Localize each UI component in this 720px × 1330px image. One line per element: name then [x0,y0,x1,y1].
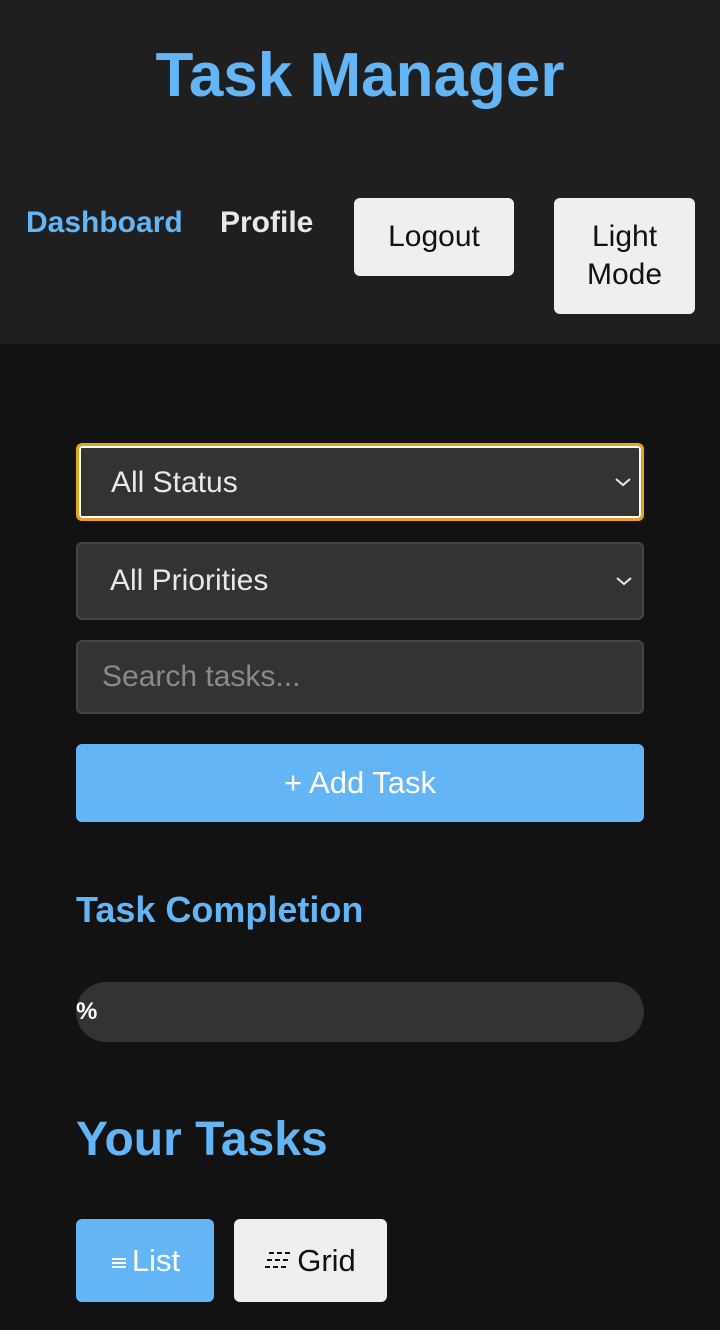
grid-view-button[interactable]: Grid [234,1219,387,1302]
priority-filter-value: All Priorities [110,564,269,597]
status-filter-select[interactable]: All Status [76,443,644,521]
theme-toggle-button[interactable]: Light Mode [554,198,695,314]
chevron-down-icon [611,446,635,518]
grid-icon [265,1219,293,1302]
task-completion-heading: Task Completion [76,889,364,930]
completion-progress-text: % [76,998,98,1025]
add-task-button[interactable]: + Add Task [76,744,644,822]
chevron-down-icon [612,544,636,618]
completion-progress-bar: % [76,982,644,1042]
status-filter-value: All Status [111,466,238,499]
your-tasks-heading: Your Tasks [76,1113,328,1166]
grid-view-label: Grid [297,1243,356,1278]
app-title: Task Manager [155,41,565,110]
search-input[interactable] [76,640,644,714]
list-view-label: List [131,1243,181,1278]
theme-toggle-label: Light Mode [586,220,663,291]
app-header: Task Manager Dashboard Profile Logout Li… [0,0,720,344]
list-view-button[interactable]: List [76,1219,214,1302]
logout-button[interactable]: Logout [354,198,514,276]
nav-link-profile[interactable]: Profile [220,204,313,242]
list-icon [110,1219,128,1302]
nav-link-dashboard[interactable]: Dashboard [26,204,183,242]
priority-filter-select[interactable]: All Priorities [76,542,644,620]
